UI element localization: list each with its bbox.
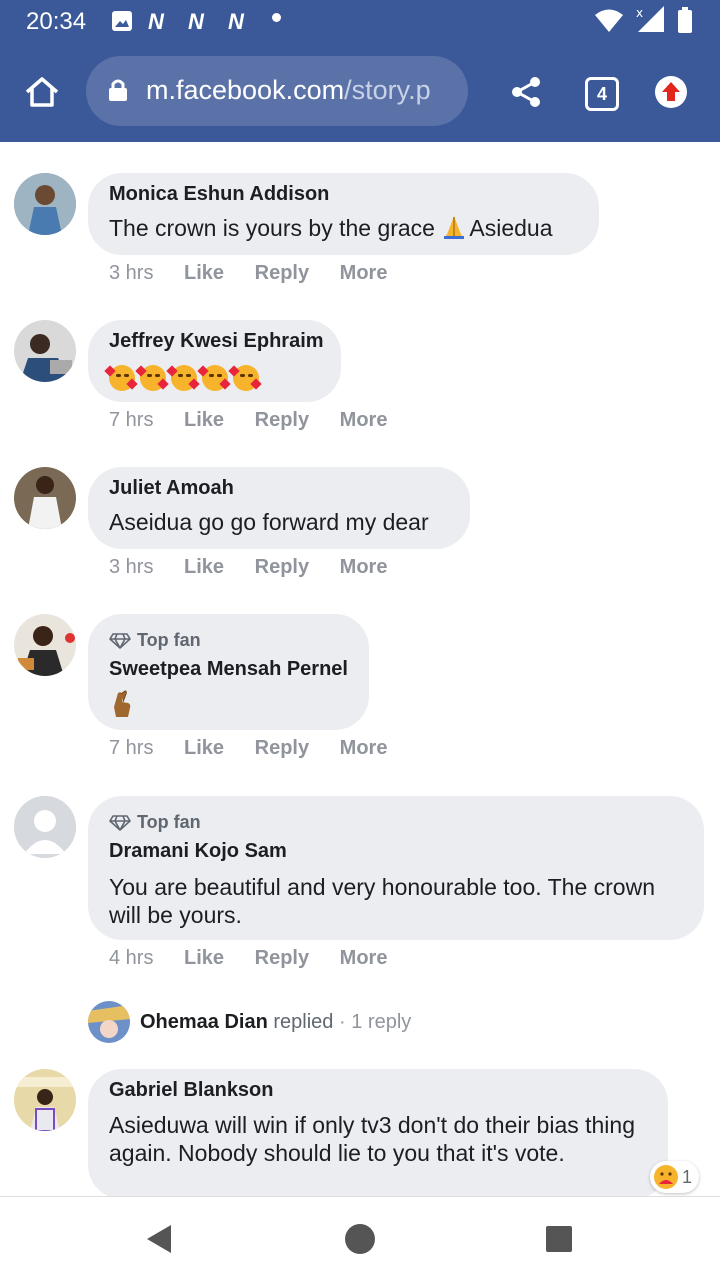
reply-button[interactable]: Reply	[255, 947, 309, 969]
status-bar: 20:34 N N N x	[0, 0, 720, 44]
avatar[interactable]	[14, 467, 76, 529]
comment-actions: 3 hrs Like Reply More	[109, 262, 412, 285]
commenter-name[interactable]: Juliet Amoah	[109, 477, 234, 500]
comment-actions: 3 hrs Like Reply More	[109, 556, 412, 579]
reply-summary-text: Ohemaa Dian replied · 1 reply	[140, 1011, 411, 1034]
avatar[interactable]	[14, 796, 76, 858]
comment-text-part: Asiedua	[469, 215, 553, 241]
more-button[interactable]: More	[340, 409, 388, 431]
comment-bubble: Gabriel Blankson Asieduwa will win if on…	[88, 1069, 668, 1199]
battery-icon	[678, 7, 692, 33]
like-button[interactable]: Like	[184, 737, 224, 759]
tab-switcher-button[interactable]: 4	[585, 77, 619, 111]
comment-actions: 7 hrs Like Reply More	[109, 737, 412, 760]
wifi-icon	[595, 9, 623, 32]
comment-actions: 7 hrs Like Reply More	[109, 409, 412, 432]
comment-time[interactable]: 3 hrs	[109, 262, 153, 284]
browser-header: 20:34 N N N x m.facebook.com/story.p 4	[0, 0, 720, 142]
like-button[interactable]: Like	[184, 947, 224, 969]
notification-n-icon: N	[228, 9, 244, 34]
reaction-count-badge[interactable]: 1	[650, 1161, 700, 1193]
top-fan-badge: Top fan	[109, 812, 201, 833]
comment-text-part: The crown is yours by the grace	[109, 215, 442, 241]
comment-bubble: Top fan Sweetpea Mensah Pernel	[88, 614, 369, 730]
notification-n-icon: N	[188, 9, 204, 34]
diamond-icon	[109, 815, 131, 831]
comment-text: The crown is yours by the grace Asiedua	[109, 214, 553, 242]
share-icon[interactable]	[510, 76, 542, 108]
diamond-icon	[109, 633, 131, 649]
top-fan-badge: Top fan	[109, 630, 201, 651]
home-icon[interactable]	[24, 76, 60, 108]
commenter-name[interactable]: Gabriel Blankson	[109, 1079, 274, 1102]
reply-button[interactable]: Reply	[255, 409, 309, 431]
comment-time[interactable]: 3 hrs	[109, 556, 153, 578]
url-text: m.facebook.com/story.p	[146, 75, 456, 106]
avatar[interactable]	[14, 1069, 76, 1131]
top-fan-label: Top fan	[137, 630, 201, 650]
reply-count: 1 reply	[351, 1011, 412, 1033]
url-domain: m.facebook.com	[146, 75, 345, 105]
more-notifications-icon	[272, 13, 281, 22]
reply-button[interactable]: Reply	[255, 262, 309, 284]
commenter-name[interactable]: Jeffrey Kwesi Ephraim	[109, 330, 324, 353]
like-button[interactable]: Like	[184, 556, 224, 578]
url-path: /story.p	[344, 75, 431, 105]
gallery-icon	[112, 11, 132, 31]
emoji-row	[104, 362, 279, 391]
comment-bubble: Juliet Amoah Aseidua go go forward my de…	[88, 467, 470, 549]
reply-button[interactable]: Reply	[255, 556, 309, 578]
commenter-name[interactable]: Sweetpea Mensah Pernel	[109, 658, 348, 681]
recents-icon[interactable]	[545, 1225, 573, 1253]
update-icon[interactable]	[655, 76, 687, 108]
smiling-face-with-hearts-icon	[135, 364, 169, 391]
smiling-face-with-hearts-icon	[197, 364, 231, 391]
comment-time[interactable]: 7 hrs	[109, 737, 153, 759]
system-navigation-bar	[0, 1196, 720, 1281]
more-button[interactable]: More	[340, 737, 388, 759]
comment-bubble: Jeffrey Kwesi Ephraim	[88, 320, 341, 402]
home-nav-icon[interactable]	[344, 1223, 376, 1255]
back-icon[interactable]	[145, 1224, 173, 1254]
like-button[interactable]: Like	[184, 262, 224, 284]
replier-name: Ohemaa Dian	[140, 1011, 268, 1033]
like-button[interactable]: Like	[184, 409, 224, 431]
smiling-face-with-hearts-icon	[228, 364, 262, 391]
folded-hands-icon	[441, 214, 467, 240]
care-reaction-icon	[654, 1165, 678, 1189]
comment-time[interactable]: 4 hrs	[109, 947, 153, 969]
comment-text: Asieduwa will win if only tv3 don't do t…	[109, 1112, 636, 1166]
address-bar[interactable]: m.facebook.com/story.p	[86, 56, 468, 126]
more-button[interactable]: More	[340, 556, 388, 578]
top-fan-label: Top fan	[137, 812, 201, 832]
avatar[interactable]	[14, 173, 76, 235]
avatar	[88, 1001, 130, 1043]
commenter-name[interactable]: Monica Eshun Addison	[109, 183, 329, 206]
comment-actions: 4 hrs Like Reply More	[109, 947, 412, 970]
status-time: 20:34	[26, 8, 87, 35]
comment-text: Aseidua go go forward my dear	[109, 509, 429, 535]
reaction-count: 1	[682, 1166, 693, 1187]
crossed-fingers-icon	[109, 690, 135, 726]
avatar[interactable]	[14, 614, 76, 676]
more-button[interactable]: More	[340, 262, 388, 284]
commenter-name[interactable]: Dramani Kojo Sam	[109, 840, 287, 863]
avatar[interactable]	[14, 320, 76, 382]
url-toolbar: m.facebook.com/story.p 4	[0, 56, 720, 128]
comment-bubble: Top fan Dramani Kojo Sam You are beautif…	[88, 796, 704, 940]
comment-time[interactable]: 7 hrs	[109, 409, 153, 431]
lock-icon	[109, 79, 127, 101]
smiling-face-with-hearts-icon	[104, 364, 138, 391]
replies-link[interactable]: Ohemaa Dian replied · 1 reply	[88, 1001, 488, 1045]
notification-n-icon: N	[148, 9, 164, 34]
comment-bubble: Monica Eshun Addison The crown is yours …	[88, 173, 599, 255]
more-button[interactable]: More	[340, 947, 388, 969]
signal-icon: x	[636, 6, 664, 32]
svg-text:x: x	[636, 6, 643, 20]
comment-text: You are beautiful and very honourable to…	[109, 874, 655, 928]
reply-verb: replied	[273, 1011, 334, 1033]
separator: ·	[339, 1011, 346, 1033]
reply-button[interactable]: Reply	[255, 737, 309, 759]
smiling-face-with-hearts-icon	[166, 364, 200, 391]
